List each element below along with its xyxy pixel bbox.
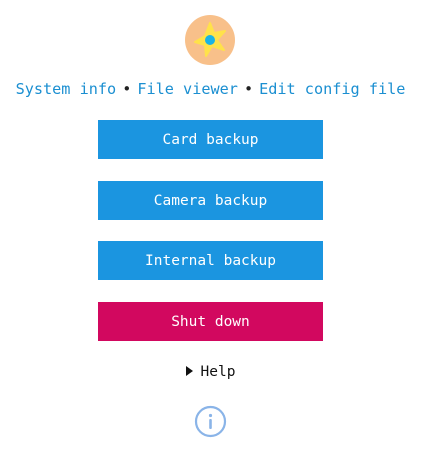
shut-down-button[interactable]: Shut down	[98, 302, 323, 341]
internal-backup-button[interactable]: Internal backup	[98, 241, 323, 280]
card-backup-button[interactable]: Card backup	[98, 120, 323, 159]
starfish-logo-icon	[185, 15, 235, 65]
nav-separator: •	[243, 80, 254, 98]
top-nav: System info • File viewer • Edit config file	[0, 79, 421, 99]
disclosure-triangle-icon	[185, 366, 193, 376]
camera-backup-button[interactable]: Camera backup	[98, 181, 323, 220]
help-disclosure[interactable]: Help	[0, 362, 421, 382]
nav-link-edit-config-file[interactable]: Edit config file	[259, 80, 405, 98]
nav-link-system-info[interactable]: System info	[16, 80, 117, 98]
nav-separator: •	[122, 80, 132, 98]
info-icon	[194, 405, 227, 438]
help-label: Help	[200, 364, 236, 380]
nav-link-file-viewer[interactable]: File viewer	[137, 80, 238, 98]
logo	[184, 14, 236, 66]
info-button[interactable]	[194, 405, 227, 438]
